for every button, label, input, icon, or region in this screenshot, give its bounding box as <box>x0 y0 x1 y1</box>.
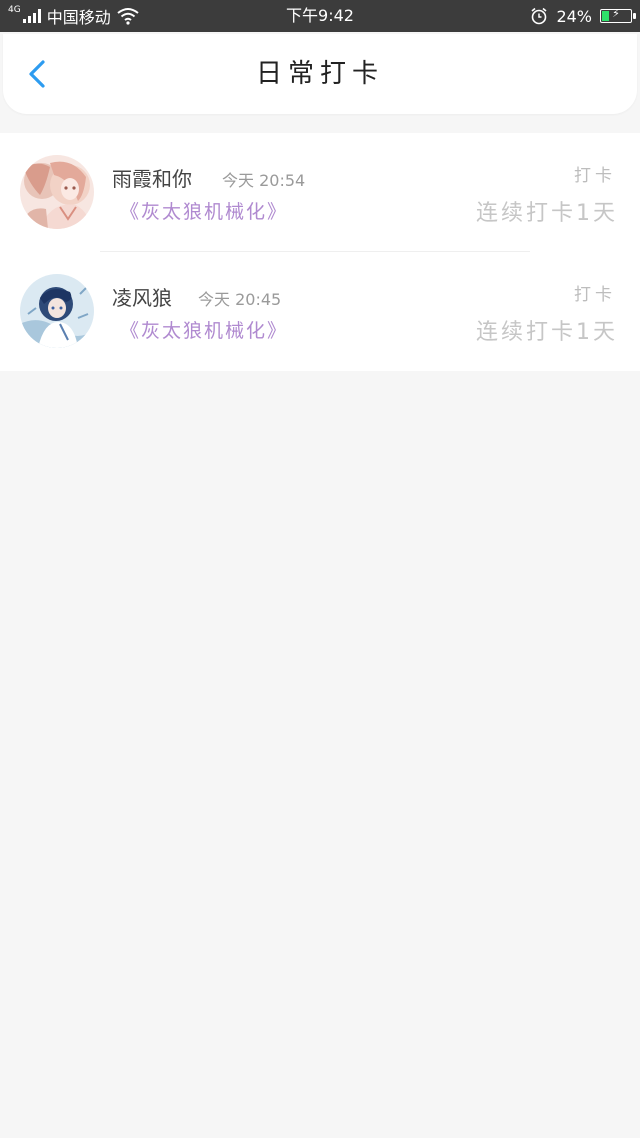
charging-icon: ⚡ <box>612 7 620 20</box>
status-right: 24% ⚡ <box>530 0 636 32</box>
checkin-time: 今天 20:45 <box>198 290 282 309</box>
avatar[interactable] <box>20 274 94 348</box>
checkin-item[interactable]: 凌风狼 今天 20:45 《灰太狼机械化》 打卡 连续打卡1天 <box>0 252 640 371</box>
battery-cap <box>633 13 636 19</box>
battery-icon: ⚡ <box>600 7 636 23</box>
avatar[interactable] <box>20 155 94 229</box>
checkin-kind: 打卡 <box>574 285 616 305</box>
streak-text: 连续打卡1天 <box>476 320 618 345</box>
anime-avatar-icon <box>20 155 94 229</box>
anime-avatar-icon <box>20 274 94 348</box>
group-name[interactable]: 《灰太狼机械化》 <box>120 197 288 224</box>
battery-percent: 24% <box>556 6 592 26</box>
checkin-list: 雨霞和你 今天 20:54 《灰太狼机械化》 打卡 连续打卡1天 凌风狼 今天 … <box>0 133 640 371</box>
group-name[interactable]: 《灰太狼机械化》 <box>120 316 288 343</box>
status-bar: 4G 中国移动 下午9:42 24% ⚡ <box>0 0 640 32</box>
streak-text: 连续打卡1天 <box>476 201 618 226</box>
checkin-kind: 打卡 <box>574 166 616 186</box>
checkin-item[interactable]: 雨霞和你 今天 20:54 《灰太狼机械化》 打卡 连续打卡1天 <box>0 133 640 252</box>
header-bar: 日常打卡 <box>3 34 637 114</box>
user-name: 雨霞和你 <box>112 167 192 191</box>
checkin-time: 今天 20:54 <box>222 171 306 190</box>
user-name: 凌风狼 <box>112 286 172 310</box>
alarm-icon <box>531 7 547 25</box>
page-title: 日常打卡 <box>255 59 384 89</box>
